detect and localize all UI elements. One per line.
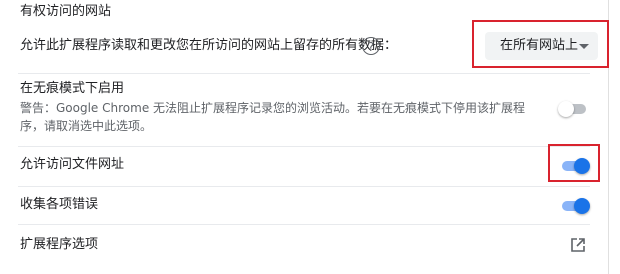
collect-errors-toggle[interactable]	[560, 198, 590, 214]
collect-errors-label: 收集各项错误	[20, 197, 99, 212]
incognito-toggle[interactable]	[558, 101, 588, 117]
question-circle-icon[interactable]: ?	[362, 37, 380, 55]
divider	[18, 186, 590, 187]
highlight-box-site-access	[472, 20, 609, 68]
divider	[18, 146, 590, 147]
site-access-heading: 有权访问的网站	[20, 4, 112, 19]
extension-details-panel: 有权访问的网站 允许此扩展程序读取和更改您在所访问的网站上留存的所有数据： ? …	[0, 0, 609, 274]
open-in-new-icon[interactable]	[570, 237, 586, 253]
divider	[18, 224, 590, 225]
highlight-box-file-urls	[548, 144, 600, 182]
site-access-label: 允许此扩展程序读取和更改您在所访问的网站上留存的所有数据：	[20, 38, 398, 53]
toggle-knob	[574, 198, 590, 214]
toggle-knob	[558, 101, 574, 117]
divider	[18, 73, 590, 74]
file-urls-label: 允许访问文件网址	[20, 157, 125, 172]
incognito-title: 在无痕模式下启用	[20, 81, 125, 96]
incognito-description: 警告：Google Chrome 无法阻止扩展程序记录您的浏览活动。若要在无痕模…	[20, 101, 526, 133]
extension-options-label[interactable]: 扩展程序选项	[20, 236, 98, 254]
